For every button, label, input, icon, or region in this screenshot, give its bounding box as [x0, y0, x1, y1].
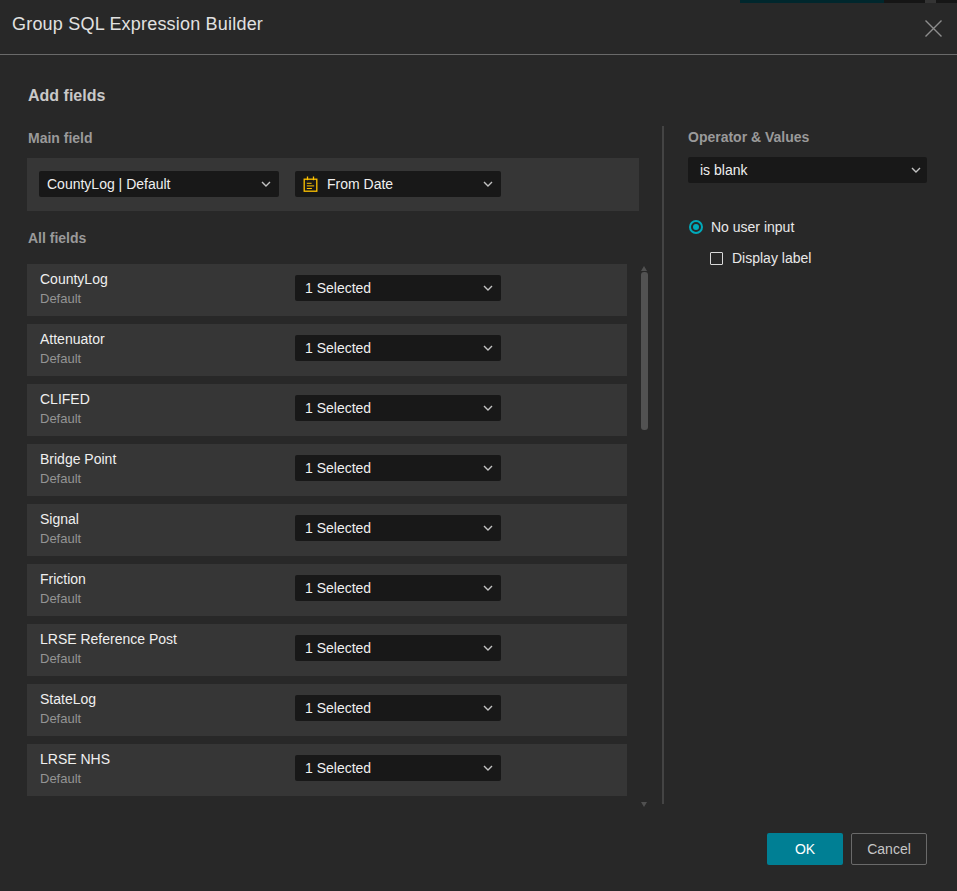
chevron-down-icon	[483, 525, 493, 531]
field-name: StateLog	[40, 691, 96, 708]
radio-dot	[693, 224, 699, 230]
field-name: Bridge Point	[40, 451, 116, 468]
main-value-dropdown[interactable]: From Date	[295, 171, 501, 197]
scrollbar-thumb[interactable]	[641, 272, 648, 430]
dialog-title: Group SQL Expression Builder	[12, 14, 263, 35]
selected-count-value: 1 Selected	[305, 520, 371, 536]
chevron-down-icon	[483, 585, 493, 591]
field-subtitle: Default	[40, 710, 81, 727]
field-name: Attenuator	[40, 331, 105, 348]
chevron-down-icon	[483, 285, 493, 291]
main-field-dropdown[interactable]: CountyLog | Default	[39, 171, 279, 197]
display-label-label: Display label	[732, 251, 811, 266]
selected-count-value: 1 Selected	[305, 460, 371, 476]
background-app-strip	[925, 0, 936, 3]
main-value-dropdown-value: From Date	[327, 176, 393, 192]
list-item: Bridge Point Default 1 Selected	[27, 444, 627, 496]
selected-count-value: 1 Selected	[305, 760, 371, 776]
field-name: Signal	[40, 511, 79, 528]
field-subtitle: Default	[40, 650, 81, 667]
chevron-down-icon	[483, 181, 493, 187]
selected-count-value: 1 Selected	[305, 280, 371, 296]
chevron-down-icon	[483, 405, 493, 411]
chevron-down-icon	[483, 705, 493, 711]
selected-count-dropdown[interactable]: 1 Selected	[295, 395, 501, 421]
chevron-down-icon	[483, 765, 493, 771]
title-divider	[0, 54, 957, 55]
chevron-down-icon	[483, 645, 493, 651]
calendar-icon	[303, 176, 318, 193]
field-subtitle: Default	[40, 410, 81, 427]
all-fields-label: All fields	[28, 230, 86, 246]
selected-count-dropdown[interactable]: 1 Selected	[295, 455, 501, 481]
background-app-strip	[884, 0, 925, 3]
all-fields-list: CountyLog Default 1 Selected Attenuator Defa…	[27, 264, 627, 804]
field-name: LRSE Reference Post	[40, 631, 177, 648]
main-field-panel: CountyLog | Default From Date	[27, 158, 639, 211]
field-name: CLIFED	[40, 391, 90, 408]
scrollbar-down-arrow[interactable]	[641, 802, 647, 807]
background-app-strip	[936, 0, 957, 3]
selected-count-value: 1 Selected	[305, 400, 371, 416]
selected-count-dropdown[interactable]: 1 Selected	[295, 575, 501, 601]
selected-count-dropdown[interactable]: 1 Selected	[295, 275, 501, 301]
selected-count-dropdown[interactable]: 1 Selected	[295, 695, 501, 721]
display-label-checkbox[interactable]	[710, 252, 723, 265]
field-subtitle: Default	[40, 770, 81, 787]
chevron-down-icon	[483, 465, 493, 471]
field-name: LRSE NHS	[40, 751, 110, 768]
field-subtitle: Default	[40, 590, 81, 607]
operator-values-label: Operator & Values	[688, 129, 809, 145]
operator-dropdown-value: is blank	[700, 162, 747, 178]
panel-divider	[662, 126, 664, 804]
chevron-down-icon	[483, 345, 493, 351]
selected-count-value: 1 Selected	[305, 340, 371, 356]
chevron-down-icon	[911, 167, 921, 173]
field-subtitle: Default	[40, 530, 81, 547]
selected-count-dropdown[interactable]: 1 Selected	[295, 515, 501, 541]
field-subtitle: Default	[40, 290, 81, 307]
list-item: Signal Default 1 Selected	[27, 504, 627, 556]
field-subtitle: Default	[40, 470, 81, 487]
list-item: CLIFED Default 1 Selected	[27, 384, 627, 436]
list-item: LRSE NHS Default 1 Selected	[27, 744, 627, 796]
add-fields-heading: Add fields	[28, 87, 105, 105]
selected-count-dropdown[interactable]: 1 Selected	[295, 335, 501, 361]
field-subtitle: Default	[40, 350, 81, 367]
main-field-dropdown-value: CountyLog | Default	[47, 176, 171, 192]
selected-count-value: 1 Selected	[305, 700, 371, 716]
selected-count-dropdown[interactable]: 1 Selected	[295, 635, 501, 661]
list-item: StateLog Default 1 Selected	[27, 684, 627, 736]
close-icon[interactable]	[923, 18, 943, 38]
field-name: CountyLog	[40, 271, 108, 288]
no-user-input-radio[interactable]	[689, 220, 703, 234]
list-item: Friction Default 1 Selected	[27, 564, 627, 616]
main-field-label: Main field	[28, 130, 93, 146]
scrollbar-up-arrow[interactable]	[641, 266, 647, 271]
list-item: CountyLog Default 1 Selected	[27, 264, 627, 316]
ok-button[interactable]: OK	[767, 833, 843, 865]
selected-count-dropdown[interactable]: 1 Selected	[295, 755, 501, 781]
background-app-strip	[740, 0, 884, 3]
list-item: LRSE Reference Post Default 1 Selected	[27, 624, 627, 676]
selected-count-value: 1 Selected	[305, 580, 371, 596]
no-user-input-label: No user input	[711, 220, 794, 235]
chevron-down-icon	[261, 181, 271, 187]
selected-count-value: 1 Selected	[305, 640, 371, 656]
cancel-button[interactable]: Cancel	[851, 833, 927, 865]
list-item: Attenuator Default 1 Selected	[27, 324, 627, 376]
field-name: Friction	[40, 571, 86, 588]
operator-dropdown[interactable]: is blank	[688, 157, 927, 183]
